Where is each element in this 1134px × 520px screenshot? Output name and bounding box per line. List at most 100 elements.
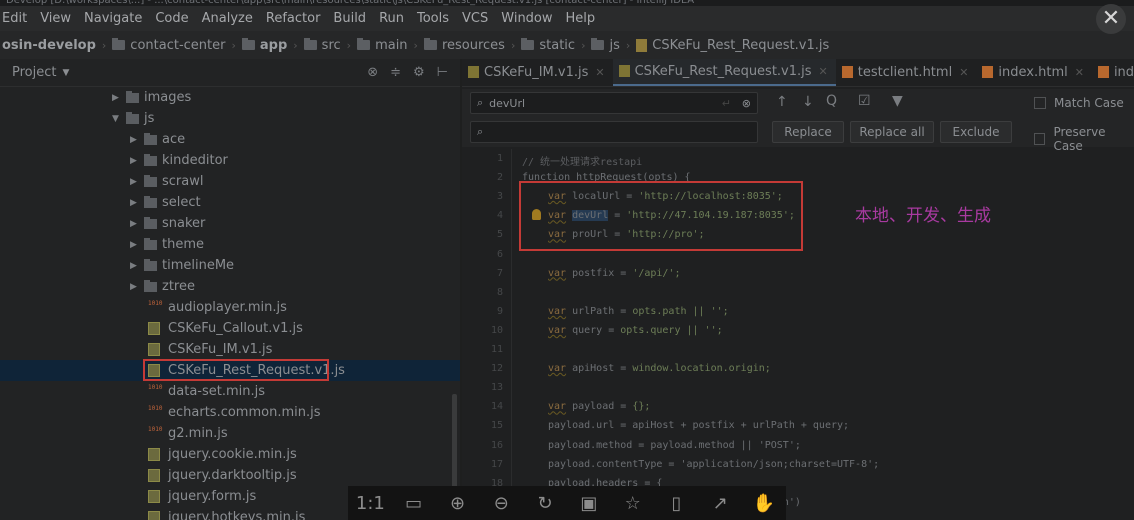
enter-icon[interactable]: ↵ [722, 97, 731, 110]
zoom-out-icon[interactable]: ⊖ [487, 493, 515, 514]
tree-item[interactable]: 1010 g2.min.js [0, 423, 460, 444]
phone-icon[interactable]: ▯ [662, 493, 690, 514]
tree-item[interactable]: jquery.cookie.min.js [0, 444, 460, 465]
keyword: var [548, 267, 567, 279]
chevron-right-icon[interactable]: ▶ [130, 156, 144, 166]
tree-item[interactable]: ▶ snaker [0, 213, 460, 234]
chevron-right-icon[interactable]: ▶ [130, 240, 144, 250]
tree-item[interactable]: 1010 data-set.min.js [0, 381, 460, 402]
close-icon[interactable]: ✕ [819, 65, 828, 78]
tree-item[interactable]: jquery.darktooltip.js [0, 465, 460, 486]
breadcrumb-item[interactable]: resources [423, 38, 505, 53]
breadcrumb-item[interactable]: contact-center [112, 38, 225, 53]
hide-icon[interactable]: ⊢ [437, 65, 448, 80]
actual-size-button[interactable]: 1:1 [356, 493, 385, 514]
menu-item-vcs[interactable]: VCS [462, 11, 488, 26]
replace-input[interactable]: ⌕ [470, 121, 758, 143]
chevron-right-icon[interactable]: ▶ [130, 177, 144, 187]
tree-item-label: jquery.hotkeys.min.js [168, 510, 306, 520]
close-icon[interactable]: ✕ [595, 66, 604, 79]
arrow-up-icon[interactable]: ↑ [776, 94, 788, 110]
code-text: payload.url = apiHost + postfix + urlPat… [548, 420, 850, 432]
chevron-down-icon[interactable]: ▼ [62, 68, 69, 78]
arrow-down-icon[interactable]: ↓ [802, 94, 814, 110]
bookmark-icon[interactable]: ☆ [619, 493, 647, 514]
chevron-right-icon[interactable]: ▶ [130, 261, 144, 271]
tree-item[interactable]: CSKeFu_Callout.v1.js [0, 318, 460, 339]
menu-item-refactor[interactable]: Refactor [266, 11, 321, 26]
menu-item-build[interactable]: Build [333, 11, 366, 26]
line-number: 5 [496, 229, 503, 241]
menu-item-view[interactable]: View [40, 11, 71, 26]
exclude-button[interactable]: Exclude [940, 121, 1012, 143]
tree-item[interactable]: ▶ select [0, 192, 460, 213]
search-input[interactable]: ⌕ devUrl ↵ ⊗ [470, 92, 758, 114]
menu-item-code[interactable]: Code [155, 11, 188, 26]
match-case-checkbox[interactable]: Match Case [1034, 96, 1124, 110]
close-icon[interactable]: ✕ [1075, 66, 1084, 79]
breadcrumb-item[interactable]: osin-develop [2, 38, 96, 53]
replace-button[interactable]: Replace [772, 121, 844, 143]
select-all-icon[interactable]: ☑ [858, 93, 871, 109]
tree-item[interactable]: ▶ kindeditor [0, 150, 460, 171]
chevron-down-icon[interactable]: ▼ [112, 114, 126, 124]
js-file-icon [618, 65, 630, 77]
menu-item-window[interactable]: Window [501, 11, 552, 26]
tree-item[interactable]: ▶ images [0, 87, 460, 108]
chevron-right-icon[interactable]: ▶ [130, 198, 144, 208]
tree-item[interactable]: ▼ js [0, 108, 460, 129]
zoom-in-icon[interactable]: ⊕ [443, 493, 471, 514]
locate-icon[interactable]: ⊗ [367, 65, 378, 80]
tree-item[interactable]: ▶ ace [0, 129, 460, 150]
menu-item-edit[interactable]: Edit [2, 11, 27, 26]
tree-item[interactable]: 1010 audioplayer.min.js [0, 297, 460, 318]
breadcrumb-item[interactable]: static [521, 38, 575, 53]
collapse-icon[interactable]: ≑ [390, 65, 401, 80]
chevron-right-icon[interactable]: ▶ [130, 219, 144, 229]
rotate-icon[interactable]: ↻ [531, 493, 559, 514]
keyword: var [548, 401, 567, 413]
identifier: query [572, 324, 603, 336]
tree-item-label: data-set.min.js [168, 384, 266, 399]
menu-item-navigate[interactable]: Navigate [84, 11, 142, 26]
chevron-right-icon[interactable]: ▶ [112, 93, 126, 103]
tab-cskefu_rest_request-v1-js[interactable]: CSKeFu_Rest_Request.v1.js ✕ [612, 59, 836, 86]
breadcrumb-item[interactable]: app [241, 38, 287, 53]
close-viewer-button[interactable]: ✕ [1096, 4, 1126, 34]
tree-item[interactable]: ▶ timelineMe [0, 255, 460, 276]
menu-item-analyze[interactable]: Analyze [202, 11, 253, 26]
gear-icon[interactable]: ⚙ [413, 65, 425, 80]
tree-item[interactable]: ▶ scrawl [0, 171, 460, 192]
menu-item-tools[interactable]: Tools [417, 11, 449, 26]
find-word-icon[interactable]: Q [826, 93, 837, 109]
tree-item[interactable]: ▶ ztree [0, 276, 460, 297]
fit-icon[interactable]: ▭ [400, 493, 428, 514]
tree-item[interactable]: 1010 echarts.common.min.js [0, 402, 460, 423]
tab-testclient-html[interactable]: testclient.html ✕ [836, 59, 977, 86]
tab-index-html[interactable]: index.html✕ [1092, 59, 1134, 86]
breadcrumb-item[interactable]: src [303, 38, 341, 53]
tab-cskefu_im-v1-js[interactable]: CSKeFu_IM.v1.js ✕ [462, 59, 613, 86]
breadcrumb-item[interactable]: js [591, 38, 620, 53]
tab-index-html[interactable]: index.html✕ [976, 59, 1092, 86]
share-icon[interactable]: ↗ [706, 493, 734, 514]
menu-item-run[interactable]: Run [379, 11, 404, 26]
menu-item-help[interactable]: Help [566, 11, 596, 26]
replace-all-button[interactable]: Replace all [850, 121, 934, 143]
chevron-right-icon[interactable]: ▶ [130, 282, 144, 292]
clear-icon[interactable]: ⊗ [742, 97, 751, 110]
line-number: 10 [490, 324, 503, 336]
breadcrumb-item[interactable]: main [357, 38, 408, 53]
line-number: 11 [490, 344, 503, 355]
identifier: urlPath [572, 305, 615, 317]
like-icon[interactable]: ✋ [750, 493, 778, 514]
breadcrumb-item[interactable]: CSKeFu_Rest_Request.v1.js [636, 38, 829, 53]
project-title[interactable]: Project [12, 65, 56, 80]
tree-item[interactable]: CSKeFu_IM.v1.js [0, 339, 460, 360]
filter-icon[interactable]: ▼ [892, 93, 903, 109]
save-icon[interactable]: ▣ [575, 493, 603, 514]
tree-item[interactable]: ▶ theme [0, 234, 460, 255]
close-icon[interactable]: ✕ [959, 66, 968, 79]
chevron-right-icon[interactable]: ▶ [130, 135, 144, 145]
folder-icon [144, 132, 157, 145]
